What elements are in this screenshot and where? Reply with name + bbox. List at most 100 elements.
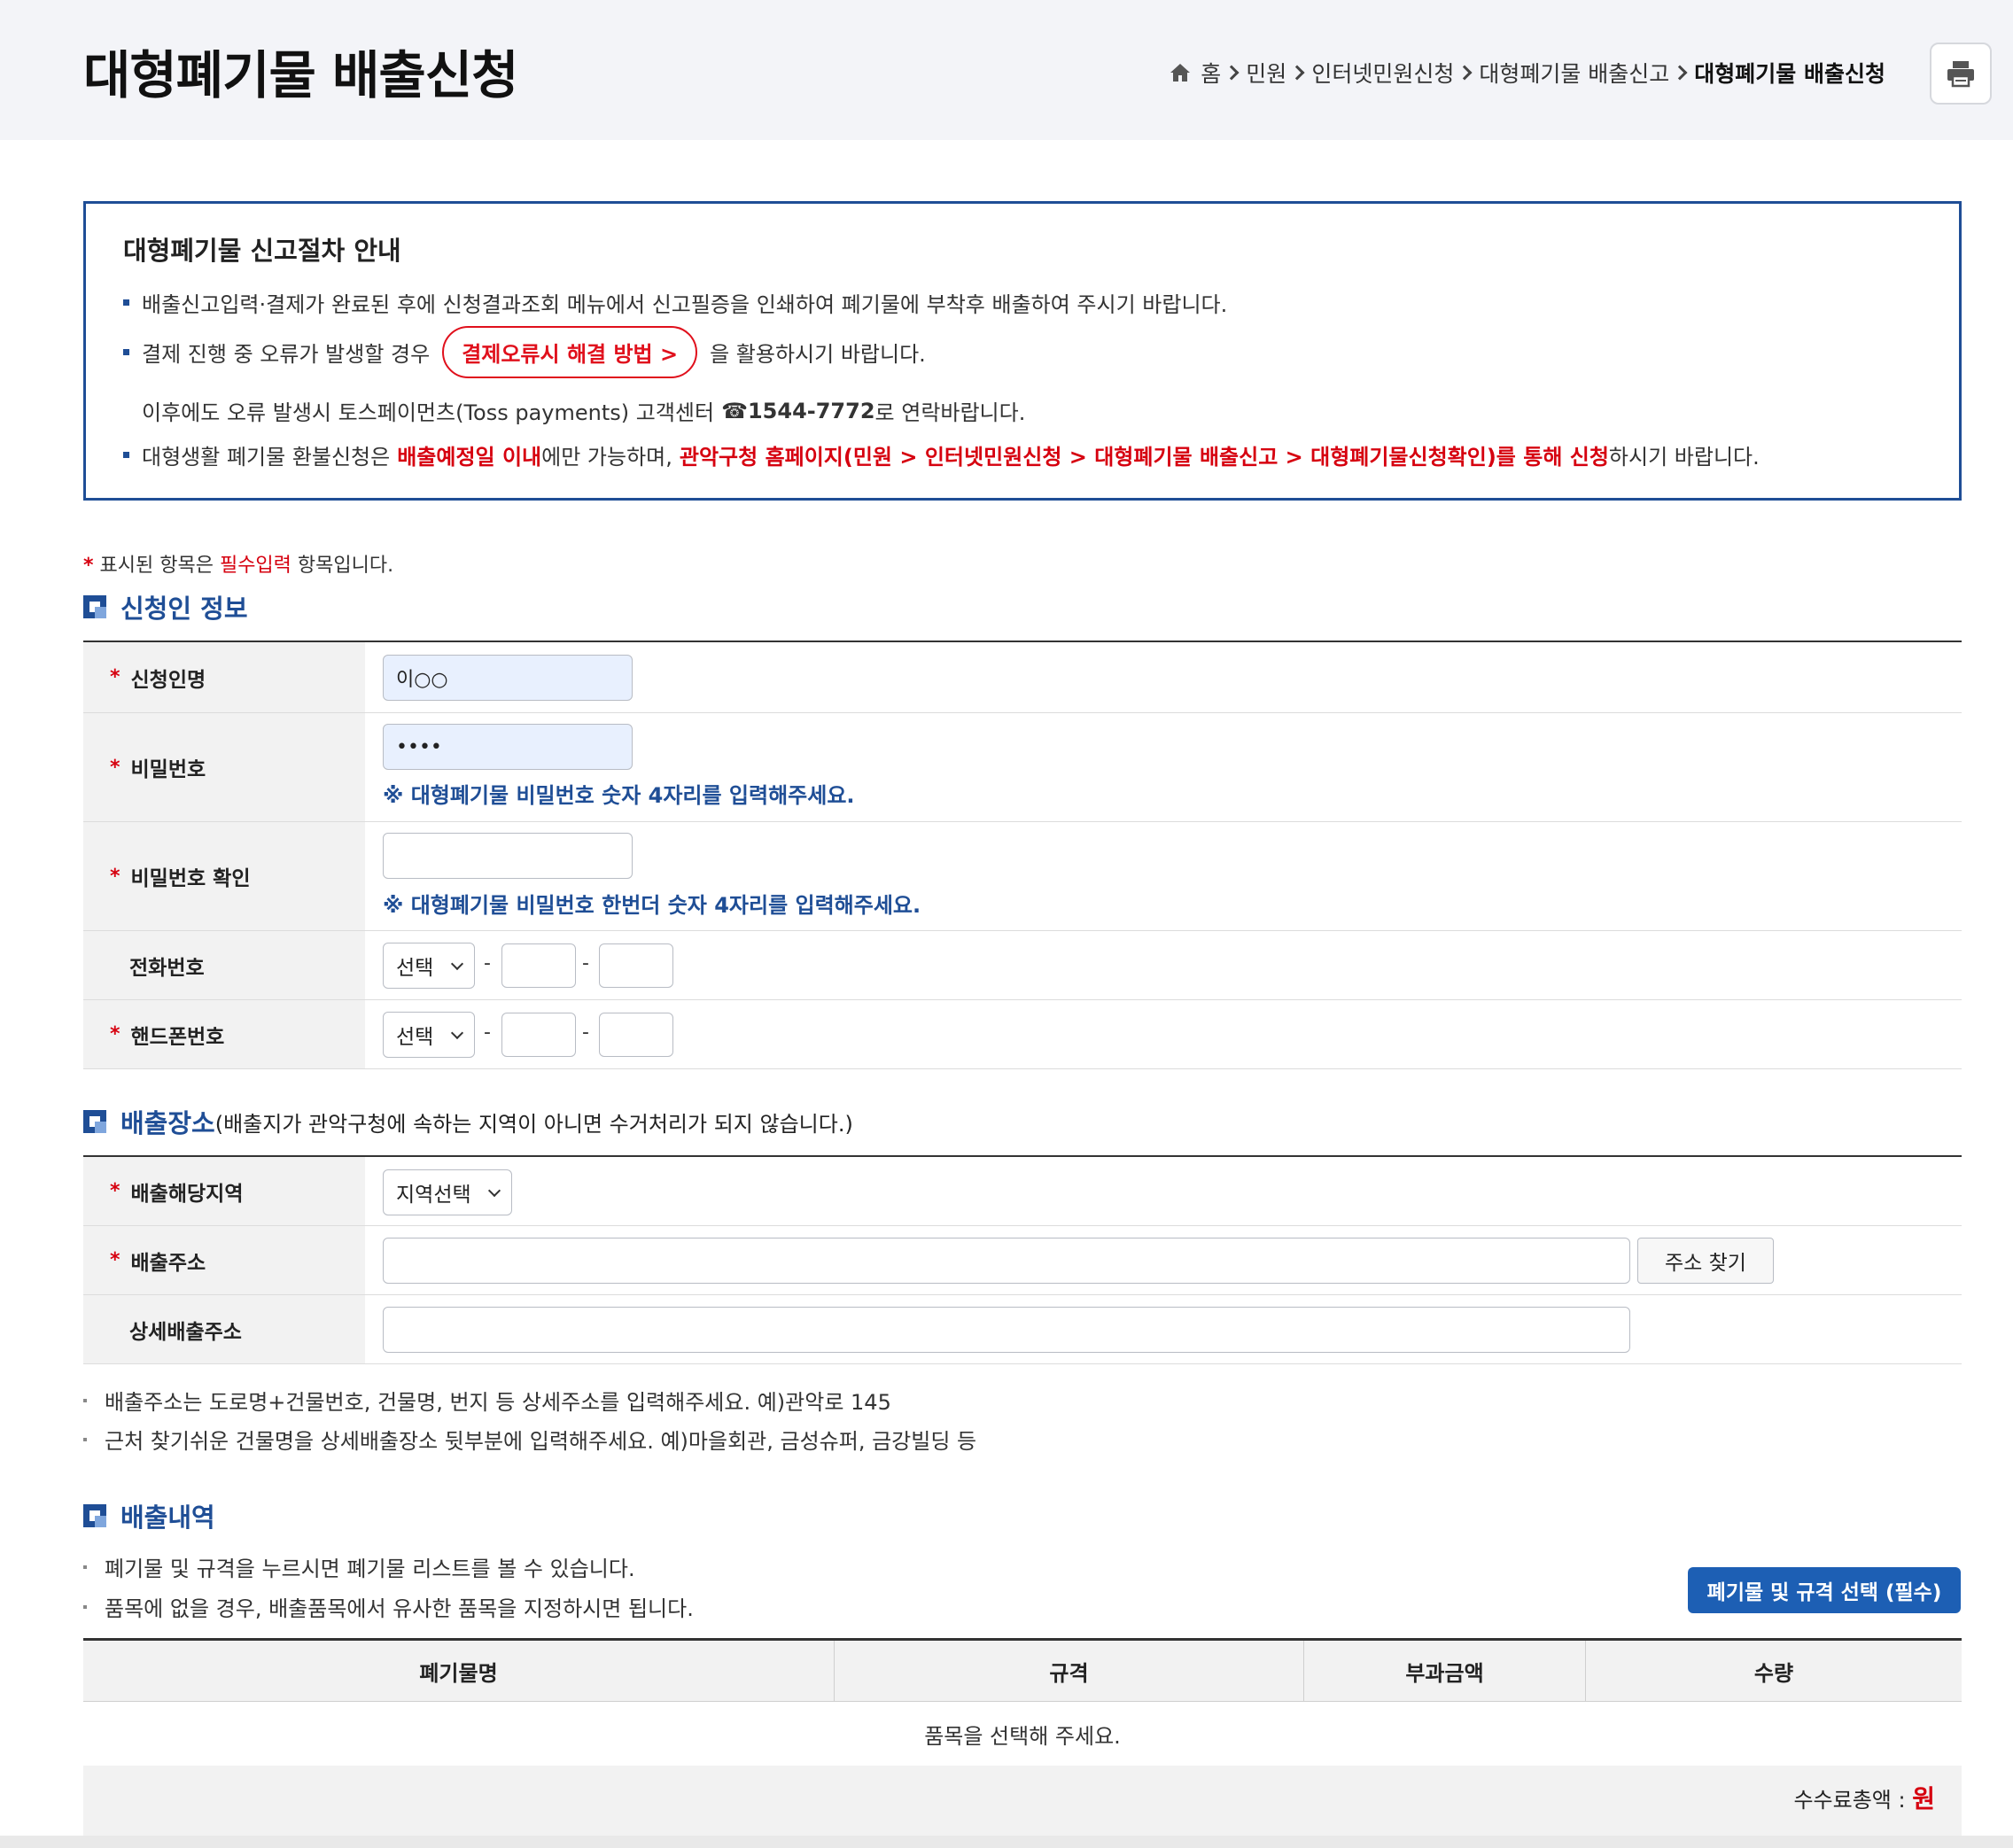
chevron-down-icon [450,957,464,971]
home-icon[interactable] [1169,62,1192,83]
applicant-name-input[interactable] [383,655,633,701]
address-search-button[interactable]: 주소 찾기 [1637,1238,1774,1284]
password-input[interactable] [383,724,633,770]
notice-title: 대형폐기물 신고절차 안내 [123,236,401,266]
breadcrumb-large-waste-report[interactable]: 대형폐기물 배출신고 [1479,57,1669,89]
items-table-header: 폐기물명 규격 부과금액 수량 [83,1641,1962,1702]
required-note-highlight: 필수입력 [219,555,291,577]
page-bottom-edge [0,1836,2013,1848]
notice-line-3: 이후에도 오류 발생시 토스페이먼츠(Toss payments) 고객센터 ☎… [142,395,1025,426]
section-title-applicant: 신청인 정보 [83,588,248,625]
printer-icon [1947,61,1974,88]
total-row: 수수료총액 : 원 [83,1766,1962,1836]
notice-line-2: 결제 진행 중 오류가 발생할 경우 결제오류시 해결 방법 > 을 활용하시기… [123,326,926,378]
section-title-location: 배출장소 (배출지가 관악구청에 속하는 지역이 아니면 수거처리가 되지 않습… [83,1103,853,1140]
section-title-text: 신청인 정보 [120,594,248,624]
payment-error-help-button[interactable]: 결제오류시 해결 방법 > [442,326,698,378]
breadcrumb-current: 대형폐기물 배출신청 [1694,61,1885,87]
row-address: * 배출주소 주소 찾기 [83,1226,1962,1295]
notice-highlight: 관악구청 홈페이지(민원 > 인터넷민원신청 > 대형폐기물 배출신고 > 대형… [679,445,1609,470]
section-title-items: 배출내역 [83,1497,215,1534]
section-icon [83,1504,106,1527]
breadcrumb-home[interactable]: 홈 [1201,57,1221,89]
column-header-waste-name: 폐기물명 [83,1641,835,1701]
chevron-right-icon [1457,65,1473,81]
bullet-icon [83,1437,87,1441]
column-header-size: 규격 [835,1641,1304,1701]
section-title-text: 배출장소 [120,1108,215,1138]
detail-address-input[interactable] [383,1307,1630,1353]
notice-text: 대형생활 폐기물 환불신청은 [142,445,391,470]
total-label: 수수료총액 : [1793,1788,1906,1813]
total-fee: 수수료총액 : 원 [1793,1780,1935,1815]
chevron-right-icon [1289,65,1305,81]
label-mobile: * 핸드폰번호 [83,1000,365,1068]
address-input[interactable] [383,1238,1630,1284]
mobile-prefix-select[interactable]: 선택 [383,1012,475,1058]
items-table: 폐기물명 규격 부과금액 수량 품목을 선택해 주세요. [83,1638,1962,1766]
notice-box: 대형폐기물 신고절차 안내 배출신고입력·결제가 완료된 후에 신청결과조회 메… [83,201,1962,501]
mobile-last-input[interactable] [599,1013,673,1057]
chevron-right-icon [1224,65,1240,81]
tip-text: 폐기물 및 규격을 누르시면 폐기물 리스트를 볼 수 있습니다. [105,1557,635,1581]
bullet-icon [123,299,129,306]
section-title-text: 배출내역 [120,1502,215,1533]
tip-text: 근처 찾기쉬운 건물명을 상세배출장소 뒷부분에 입력해주세요. 예)마을회관,… [105,1429,977,1454]
select-value: 선택 [396,957,434,980]
bullet-icon [83,1565,87,1569]
section-icon [83,595,106,618]
label-password: * 비밀번호 [83,713,365,821]
breadcrumb-internet-civil[interactable]: 인터넷민원신청 [1311,57,1454,89]
column-header-fee: 부과금액 [1304,1641,1586,1701]
phone-number: ☎1544-7772 [721,398,875,423]
section-subtitle: (배출지가 관악구청에 속하는 지역이 아니면 수거처리가 되지 않습니다.) [214,1111,853,1137]
row-applicant-name: * 신청인명 [83,642,1962,713]
label-password-confirm: * 비밀번호 확인 [83,822,365,930]
notice-line-4: 대형생활 폐기물 환불신청은 배출예정일 이내 에만 가능하며, 관악구청 홈페… [123,439,1760,470]
notice-highlight: 배출예정일 이내 [397,445,542,470]
breadcrumb-civil[interactable]: 민원 [1246,57,1286,89]
required-note: * 표시된 항목은 필수입력 항목입니다. [83,549,393,578]
address-tip-1: 배출주소는 도로명+건물번호, 건물명, 번지 등 상세주소를 입력해주세요. … [83,1385,891,1416]
phone-prefix-select[interactable]: 선택 [383,943,475,989]
breadcrumb: 홈 민원 인터넷민원신청 대형폐기물 배출신고 대형폐기물 배출신청 [1169,57,1885,89]
notice-text: 결제 진행 중 오류가 발생할 경우 [142,342,431,367]
row-region: * 배출해당지역 지역선택 [83,1157,1962,1226]
dash: - [484,1021,491,1044]
applicant-form: *신청인명 *비밀번호 ※ 대형폐기물 비밀번호 숫자 4자리를 입력해주세요.… [83,641,1962,1069]
notice-text: 을 활용하시기 바랍니다. [710,342,926,367]
select-waste-button[interactable]: 폐기물 및 규격 선택 (필수) [1688,1567,1961,1613]
items-empty-message: 품목을 선택해 주세요. [83,1702,1962,1766]
phone-last-input[interactable] [599,943,673,988]
chevron-right-icon [1672,65,1688,81]
label-region: * 배출해당지역 [83,1157,365,1225]
row-detail-address: 상세배출주소 [83,1295,1962,1364]
page-header: 대형폐기물 배출신청 홈 민원 인터넷민원신청 대형폐기물 배출신고 대형폐기물… [0,0,2013,140]
total-unit: 원 [1912,1784,1935,1813]
column-header-quantity: 수량 [1753,1660,1794,1686]
notice-text: 에만 가능하며, [541,445,672,470]
required-star: * [83,555,94,577]
bullet-icon [83,1604,87,1609]
select-value: 선택 [396,1026,434,1049]
print-button[interactable] [1930,43,1992,105]
mobile-middle-input[interactable] [501,1013,576,1057]
notice-text: 로 연락바랍니다. [874,400,1026,425]
location-form: * 배출해당지역 지역선택 * 배출주소 주소 찾기 상세배출주소 [83,1155,1962,1364]
bullet-icon [123,349,129,355]
section-icon [83,1110,106,1133]
label-applicant-name: * 신청인명 [83,642,365,712]
notice-text: 이후에도 오류 발생시 토스페이먼츠(Toss payments) 고객센터 [142,400,715,425]
address-tip-2: 근처 찾기쉬운 건물명을 상세배출장소 뒷부분에 입력해주세요. 예)마을회관,… [83,1424,976,1455]
notice-text: 배출신고입력·결제가 완료된 후에 신청결과조회 메뉴에서 신고필증을 인쇄하여… [142,292,1228,317]
label-detail-address: 상세배출주소 [83,1295,365,1363]
password-confirm-input[interactable] [383,833,633,879]
phone-middle-input[interactable] [501,943,576,988]
items-tip-2: 품목에 없을 경우, 배출품목에서 유사한 품목을 지정하시면 됩니다. [83,1591,694,1622]
chevron-down-icon [487,1184,501,1198]
region-select[interactable]: 지역선택 [383,1169,512,1215]
required-note-text: 항목입니다. [297,555,394,577]
password-confirm-help: ※ 대형폐기물 비밀번호 한번더 숫자 4자리를 입력해주세요. [383,893,921,918]
items-tip-1: 폐기물 및 규격을 누르시면 폐기물 리스트를 볼 수 있습니다. [83,1551,635,1582]
row-password: *비밀번호 ※ 대형폐기물 비밀번호 숫자 4자리를 입력해주세요. [83,713,1962,822]
